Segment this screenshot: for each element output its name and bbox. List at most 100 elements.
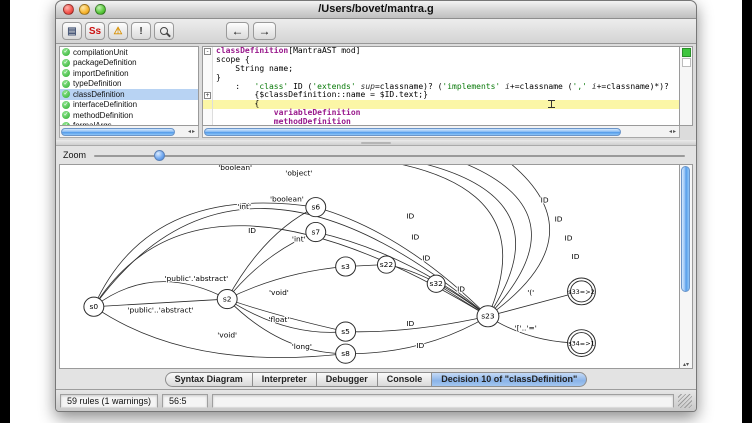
code-line[interactable]: -classDefinition[MantraAST mod] bbox=[203, 47, 679, 56]
status-bar: 59 rules (1 warnings) 56:5 bbox=[56, 389, 696, 411]
rule-label: compilationUnit bbox=[73, 48, 128, 57]
minimize-button[interactable] bbox=[79, 4, 90, 15]
console-button[interactable]: ! bbox=[131, 22, 151, 40]
rule-label: methodDefinition bbox=[73, 111, 133, 120]
traffic-lights bbox=[63, 4, 106, 15]
edge-label: ID bbox=[541, 195, 549, 204]
editor-hscrollbar-thumb[interactable] bbox=[204, 128, 621, 136]
fold-gutter bbox=[203, 65, 213, 74]
fold-gutter bbox=[203, 56, 213, 65]
code-line[interactable]: String name; bbox=[203, 65, 679, 74]
rule-item-typeDefinition[interactable]: ✓typeDefinition bbox=[60, 79, 198, 90]
scrollbar-arrows-icon[interactable]: ◂▸ bbox=[188, 128, 197, 135]
rule-item-packageDefinition[interactable]: ✓packageDefinition bbox=[60, 58, 198, 69]
state-node-s2[interactable]: s2 bbox=[217, 289, 237, 308]
state-node-s7[interactable]: s7 bbox=[306, 222, 326, 241]
editor-view-button[interactable]: ▤ bbox=[62, 22, 82, 40]
forward-button[interactable]: → bbox=[253, 22, 276, 40]
rule-item-importDefinition[interactable]: ✓importDefinition bbox=[60, 68, 198, 79]
rule-status-icon: ✓ bbox=[62, 90, 70, 98]
state-node-s8[interactable]: s8 bbox=[336, 344, 356, 363]
svg-text:s8: s8 bbox=[341, 349, 350, 358]
splitter-handle[interactable] bbox=[56, 140, 696, 146]
svg-text:s33=>2: s33=>2 bbox=[568, 289, 594, 296]
state-node-s22[interactable]: s22 bbox=[377, 256, 395, 273]
close-button[interactable] bbox=[63, 4, 74, 15]
edge-label: ID bbox=[555, 215, 563, 224]
tab-decision-10-of-classdefinition[interactable]: Decision 10 of "classDefinition" bbox=[432, 372, 587, 387]
editor-hscrollbar[interactable]: ◂▸ bbox=[202, 126, 680, 138]
rule-item-compilationUnit[interactable]: ✓compilationUnit bbox=[60, 47, 198, 58]
svg-text:s2: s2 bbox=[223, 295, 232, 304]
screenshot-stage: /Users/bovet/mantra.g ▤Ss⚠! ← → ✓compila… bbox=[0, 0, 752, 423]
rule-status-icon: ✓ bbox=[62, 59, 70, 67]
edge-label: 'boolean' bbox=[270, 195, 304, 204]
check-grammar-button[interactable]: ⚠ bbox=[108, 22, 128, 40]
resize-grip[interactable] bbox=[678, 394, 692, 408]
rule-item-methodDefinition[interactable]: ✓methodDefinition bbox=[60, 110, 198, 121]
window-title: /Users/bovet/mantra.g bbox=[56, 1, 696, 18]
rule-label: classDefinition bbox=[73, 90, 125, 99]
svg-text:s3: s3 bbox=[341, 262, 350, 271]
state-node-s6[interactable]: s6 bbox=[306, 198, 326, 217]
tab-syntax-diagram[interactable]: Syntax Diagram bbox=[165, 372, 253, 387]
code-line[interactable]: + {$classDefinition::name = $ID.text;} bbox=[203, 91, 679, 100]
rule-status-icon: ✓ bbox=[62, 69, 70, 77]
decision-diagram-canvas[interactable]: 'public'..'abstract''public'.'abstract''… bbox=[59, 164, 680, 369]
fold-gutter bbox=[203, 74, 213, 83]
rules-hscrollbar[interactable]: ◂▸ bbox=[59, 126, 199, 138]
scrollbar-arrows-icon[interactable]: ▴▾ bbox=[680, 362, 692, 368]
rule-item-classDefinition[interactable]: ✓classDefinition bbox=[60, 89, 198, 100]
svg-text:s32: s32 bbox=[429, 279, 442, 288]
edge-label: 'long' bbox=[292, 342, 312, 351]
state-node-s0[interactable]: s0 bbox=[84, 297, 104, 316]
transition-edge bbox=[369, 164, 516, 316]
transition-edge bbox=[488, 164, 550, 316]
back-button[interactable]: ← bbox=[226, 22, 249, 40]
state-node-s33=>2[interactable]: s33=>2 bbox=[568, 278, 596, 305]
state-node-s5[interactable]: s5 bbox=[336, 322, 356, 341]
tab-debugger[interactable]: Debugger bbox=[317, 372, 378, 387]
editor-scroll-box[interactable] bbox=[682, 58, 691, 67]
fold-gutter bbox=[203, 100, 213, 109]
fold-toggle-icon[interactable]: + bbox=[204, 92, 211, 99]
scrollbar-arrows-icon[interactable]: ◂▸ bbox=[669, 128, 678, 135]
fold-gutter: - bbox=[203, 47, 213, 56]
edge-label: ID bbox=[457, 285, 465, 294]
edge-label: ID bbox=[572, 252, 580, 261]
edge-label: '['..'=' bbox=[515, 324, 537, 333]
rules-hscrollbar-thumb[interactable] bbox=[61, 128, 175, 136]
zoom-slider-knob[interactable] bbox=[154, 150, 165, 161]
svg-text:s7: s7 bbox=[311, 228, 320, 237]
code-line[interactable]: methodDefinition bbox=[203, 118, 679, 126]
syntax-coloring-button[interactable]: Ss bbox=[85, 22, 105, 40]
edge-label: 'public'..'abstract' bbox=[127, 306, 193, 315]
app-window: /Users/bovet/mantra.g ▤Ss⚠! ← → ✓compila… bbox=[55, 0, 697, 412]
code-editor[interactable]: -classDefinition[MantraAST mod]scope { S… bbox=[202, 46, 680, 126]
find-button[interactable] bbox=[154, 22, 174, 40]
rule-item-interfaceDefinition[interactable]: ✓interfaceDefinition bbox=[60, 100, 198, 111]
rule-status-icon: ✓ bbox=[62, 80, 70, 88]
maximize-button[interactable] bbox=[95, 4, 106, 15]
tab-interpreter[interactable]: Interpreter bbox=[253, 372, 317, 387]
fold-gutter bbox=[203, 109, 213, 118]
tab-console[interactable]: Console bbox=[378, 372, 433, 387]
edge-label: 'int' bbox=[237, 202, 251, 211]
rule-status-icon: ✓ bbox=[62, 48, 70, 56]
state-node-s32[interactable]: s32 bbox=[427, 275, 445, 292]
edge-label: '(' bbox=[527, 288, 534, 297]
editor-vscrollbar[interactable] bbox=[680, 46, 693, 126]
fold-gutter: + bbox=[203, 91, 213, 100]
state-node-s23[interactable]: s23 bbox=[477, 306, 499, 327]
diagram-vscrollbar[interactable]: ▴▾ bbox=[680, 164, 693, 369]
text-cursor-icon bbox=[548, 100, 555, 108]
state-node-s3[interactable]: s3 bbox=[336, 257, 356, 276]
rule-list: ✓compilationUnit✓packageDefinition✓impor… bbox=[59, 46, 199, 126]
status-empty-field bbox=[212, 394, 674, 408]
state-node-s34=>1[interactable]: s34=>1 bbox=[568, 330, 596, 357]
edge-label: ID bbox=[416, 341, 424, 350]
titlebar[interactable]: /Users/bovet/mantra.g bbox=[56, 1, 696, 19]
fold-toggle-icon[interactable]: - bbox=[204, 48, 211, 55]
zoom-slider[interactable] bbox=[94, 149, 689, 162]
diagram-vscrollbar-thumb[interactable] bbox=[681, 166, 690, 292]
